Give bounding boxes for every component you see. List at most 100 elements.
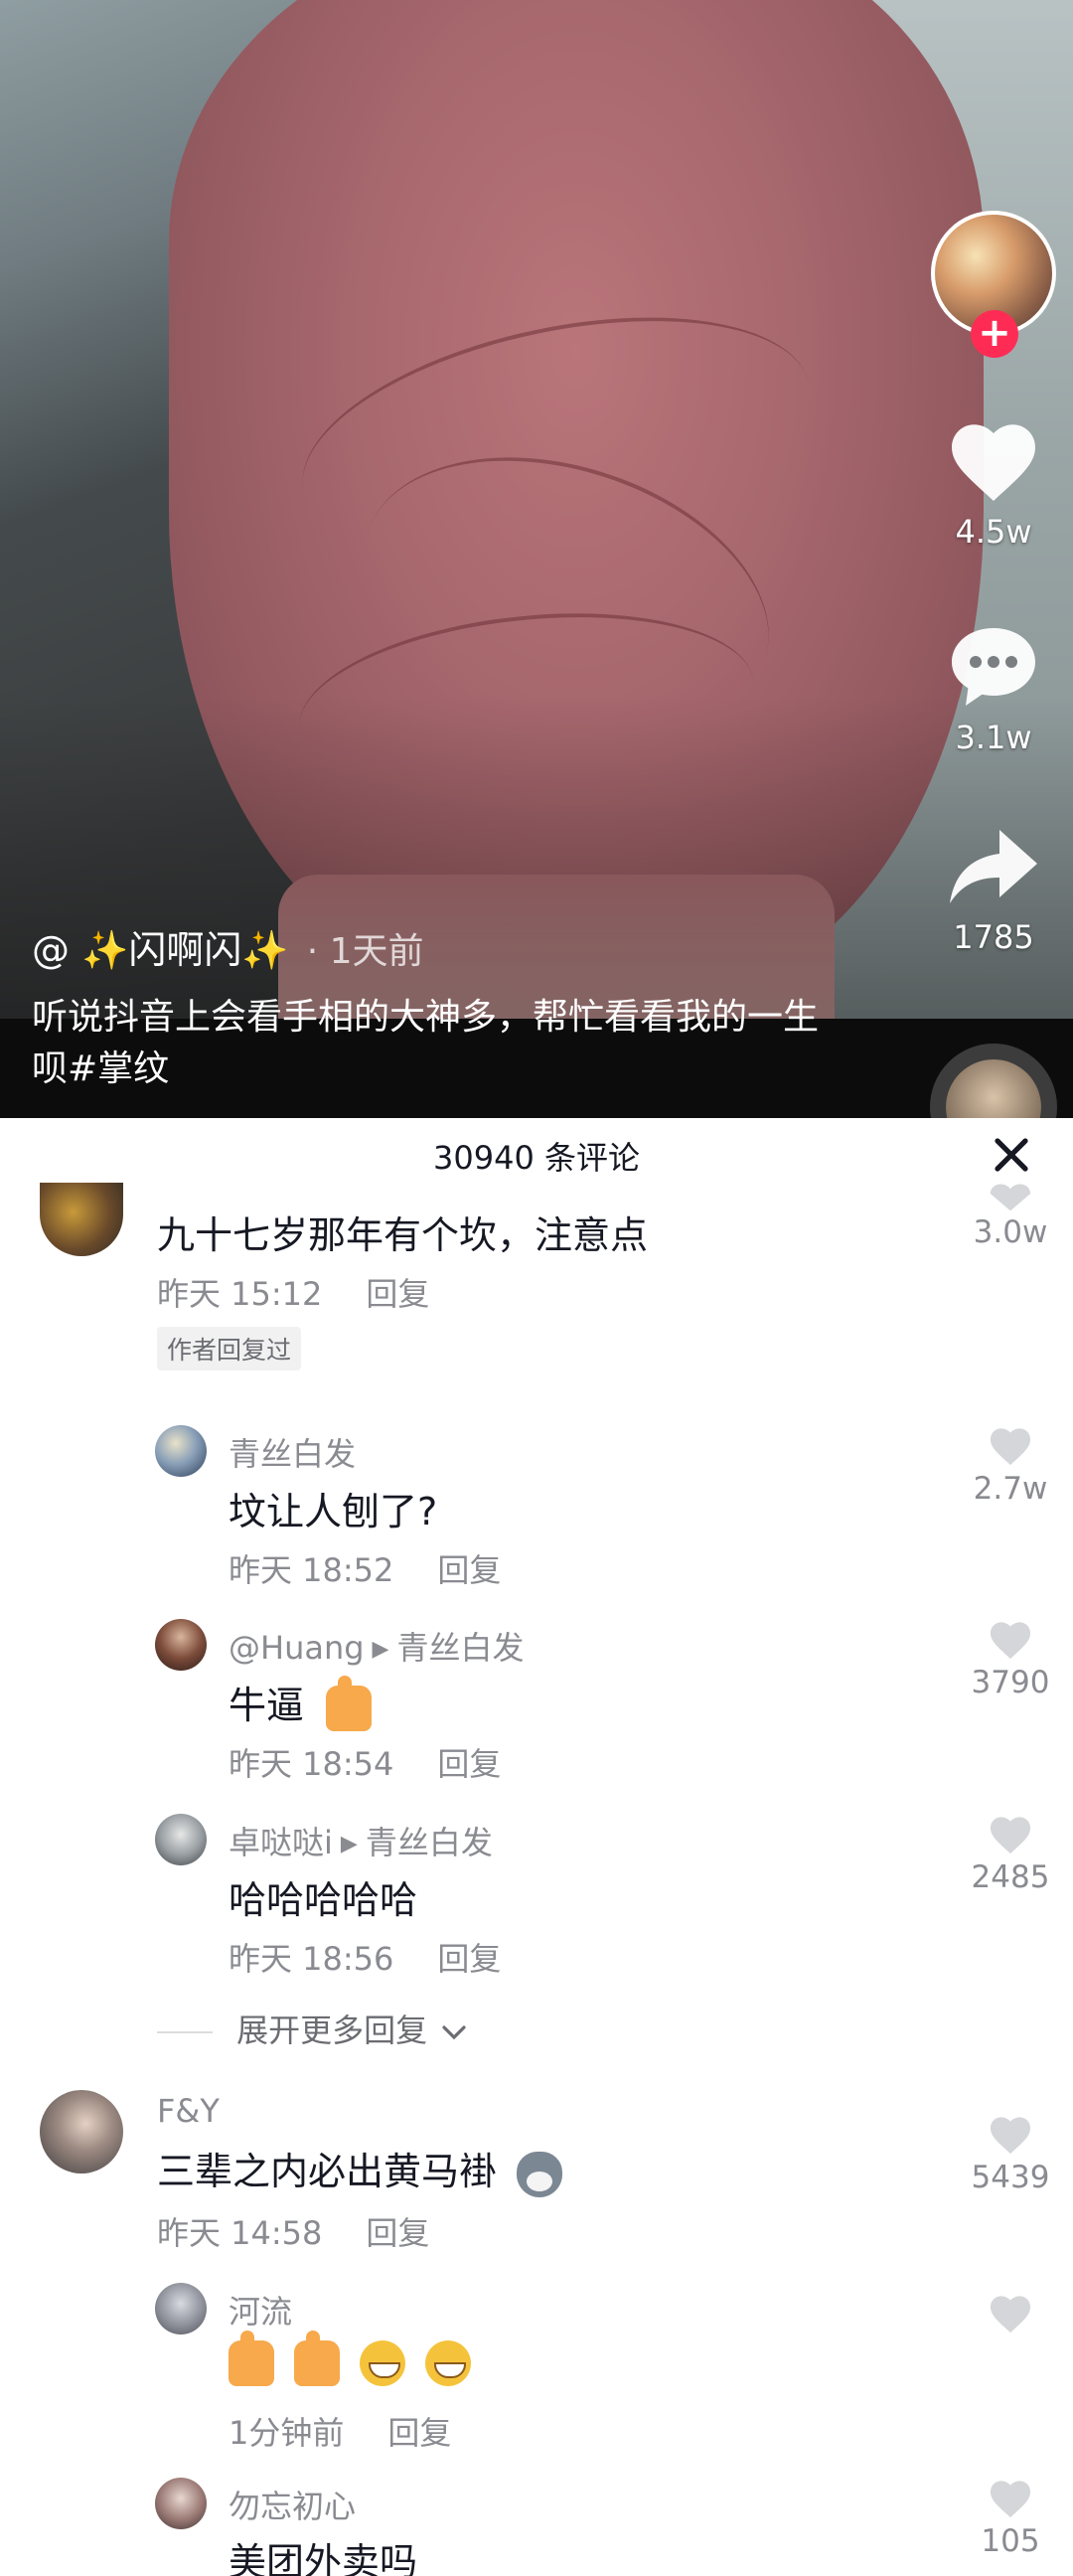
like-count: 4.5w — [955, 513, 1032, 551]
comment-sheet: 30940 条评论 九十七岁那年有个坎，注意点 昨天 15:12 回复 作者回复过… — [0, 1118, 1073, 2576]
commenter-name[interactable]: 卓哒哒i — [229, 1824, 333, 1861]
share-count: 1785 — [953, 918, 1034, 956]
comment-action[interactable]: 3.1w — [934, 621, 1053, 756]
comment-text: 坟让人刨了? — [229, 1490, 438, 1533]
comment-meta: 1分钟前 回复 — [229, 2408, 451, 2454]
heart-outline-icon — [990, 1184, 1031, 1210]
heart-icon — [952, 424, 1035, 501]
commenter-avatar[interactable] — [40, 1183, 123, 1256]
reply-button[interactable]: 回复 — [387, 2414, 451, 2452]
commenter-avatar[interactable] — [155, 1619, 207, 1671]
like-count: 3.0w — [973, 1214, 1048, 1250]
comment-text: 哈哈哈哈哈 — [229, 1878, 418, 1922]
commenter-name[interactable]: 勿忘初心 — [229, 2482, 356, 2527]
author-handle[interactable]: @ ✨闪啊闪✨ — [32, 928, 289, 972]
author-replied-badge: 作者回复过 — [157, 1327, 302, 1370]
heart-icon — [990, 1622, 1031, 1660]
comment-like[interactable]: 2.7w — [956, 1425, 1065, 1507]
husky-emoji-icon — [517, 2151, 563, 2197]
comment-like[interactable]: 5439 — [956, 2114, 1065, 2195]
comment-meta: 昨天 15:12 回复 — [157, 1269, 429, 1315]
like-count: 3790 — [971, 1665, 1050, 1700]
follow-button[interactable]: + — [971, 310, 1018, 358]
commenter-name[interactable]: 河流 — [229, 2287, 292, 2333]
close-icon[interactable] — [992, 1135, 1031, 1175]
commenter-name[interactable]: F&Y — [157, 2092, 220, 2130]
heart-icon — [990, 1817, 1031, 1854]
reply-button[interactable]: 回复 — [437, 1940, 501, 1978]
creator-avatar[interactable]: + — [931, 211, 1056, 358]
chevron-down-icon — [442, 2025, 466, 2040]
comment-time: 昨天 18:56 — [229, 1940, 394, 1978]
reply-item[interactable]: 青丝白发 坟让人刨了? 昨天 18:52 回复 2.7w — [0, 1421, 1073, 1610]
comment-bubble-icon — [952, 628, 1035, 706]
comment-like[interactable] — [956, 2293, 1065, 2334]
comment-like[interactable]: 3790 — [956, 1619, 1065, 1700]
share-action[interactable]: 1785 — [934, 825, 1053, 956]
comment-emoji-line — [229, 2330, 479, 2386]
comment-sheet-header: 30940 条评论 — [0, 1118, 1073, 1193]
comment-item[interactable]: F&Y 三辈之内必出黄马褂 昨天 14:58 回复 5439 — [0, 2084, 1073, 2283]
comment-meta: 昨天 18:54 回复 — [229, 1739, 501, 1785]
comment-text-line: 牛逼 — [229, 1675, 380, 1731]
thumbs-up-emoji-icon — [229, 2330, 274, 2386]
reply-button[interactable]: 回复 — [366, 2214, 429, 2252]
comment-like[interactable]: 105 — [956, 2478, 1065, 2559]
caption-author[interactable]: @ ✨闪啊闪✨ · 1天前 — [32, 919, 424, 974]
comment-meta: 昨天 18:56 回复 — [229, 1934, 501, 1980]
comment-time: 昨天 18:54 — [229, 1745, 394, 1783]
reply-arrow-icon: ▶ — [340, 1832, 358, 1856]
reply-arrow-icon: ▶ — [372, 1637, 389, 1662]
heart-icon — [990, 2117, 1031, 2155]
comment-count: 3.1w — [955, 719, 1032, 756]
video-player[interactable]: + 4.5w 3.1w 1785 @ ✨闪啊闪✨ · 1天前 听说抖音上会看手相的… — [0, 0, 1073, 1118]
reply-button[interactable]: 回复 — [366, 1275, 429, 1313]
reply-button[interactable]: 回复 — [437, 1745, 501, 1783]
music-disc-cover — [946, 1059, 1041, 1118]
heart-icon — [990, 2481, 1031, 2518]
like-count: 5439 — [971, 2160, 1050, 2195]
reply-item[interactable]: @Huang ▶ 青丝白发 牛逼 昨天 18:54 回复 3790 — [0, 1615, 1073, 1804]
comment-like[interactable]: 2485 — [956, 1814, 1065, 1895]
comment-item[interactable]: 九十七岁那年有个坎，注意点 昨天 15:12 回复 作者回复过 3.0w — [0, 1183, 1073, 1370]
expand-more-replies[interactable]: 展开更多回复 — [157, 2006, 467, 2051]
commenter-avatar[interactable] — [155, 2478, 207, 2529]
commenter-name-line: @Huang ▶ 青丝白发 — [229, 1623, 524, 1669]
comment-time: 1分钟前 — [229, 2414, 345, 2452]
like-count: 105 — [981, 2523, 1040, 2559]
comment-time: 昨天 18:52 — [229, 1551, 394, 1589]
heart-icon — [990, 1428, 1031, 1466]
like-count: 2485 — [971, 1859, 1050, 1895]
reply-to-name[interactable]: 青丝白发 — [396, 1629, 524, 1667]
reply-item[interactable]: 卓哒哒i ▶ 青丝白发 哈哈哈哈哈 昨天 18:56 回复 2485 — [0, 1810, 1073, 1999]
share-arrow-icon — [950, 830, 1037, 903]
commenter-avatar[interactable] — [155, 1814, 207, 1865]
commenter-avatar[interactable] — [155, 1425, 207, 1477]
reply-item[interactable]: 勿忘初心 美团外卖吗 105 — [0, 2474, 1073, 2576]
comment-text: 九十七岁那年有个坎，注意点 — [157, 1213, 649, 1257]
post-time: · 1天前 — [306, 931, 424, 972]
commenter-avatar[interactable] — [155, 2283, 207, 2334]
expand-more-label: 展开更多回复 — [236, 2012, 428, 2049]
commenter-avatar[interactable] — [40, 2090, 123, 2174]
comment-text-line: 三辈之内必出黄马褂 — [157, 2141, 570, 2197]
video-caption: 听说抖音上会看手相的大神多，帮忙看看我的一生呗#掌纹 — [32, 997, 820, 1089]
like-action[interactable]: 4.5w — [934, 417, 1053, 551]
grin-emoji-icon — [425, 2339, 472, 2386]
commenter-name[interactable]: 青丝白发 — [229, 1429, 356, 1475]
heart-icon — [990, 2296, 1031, 2334]
reply-item[interactable]: 河流 1分钟前 回复 — [0, 2279, 1073, 2468]
comment-meta: 昨天 18:52 回复 — [229, 1545, 501, 1591]
comment-text: 美团外卖吗 — [229, 2540, 418, 2576]
commenter-name[interactable]: @Huang — [229, 1629, 365, 1667]
reply-button[interactable]: 回复 — [437, 1551, 501, 1589]
comment-like[interactable]: 3.0w — [956, 1181, 1065, 1250]
commenter-name-line: 卓哒哒i ▶ 青丝白发 — [229, 1818, 493, 1863]
thumbs-up-emoji-icon — [294, 2330, 341, 2386]
comment-count-title: 30940 条评论 — [433, 1139, 640, 1177]
thumbs-up-emoji-icon — [326, 1675, 373, 1731]
comment-time: 昨天 15:12 — [157, 1275, 323, 1313]
comment-text: 牛逼 — [229, 1684, 305, 1727]
like-count: 2.7w — [973, 1471, 1048, 1507]
reply-to-name[interactable]: 青丝白发 — [366, 1824, 493, 1861]
